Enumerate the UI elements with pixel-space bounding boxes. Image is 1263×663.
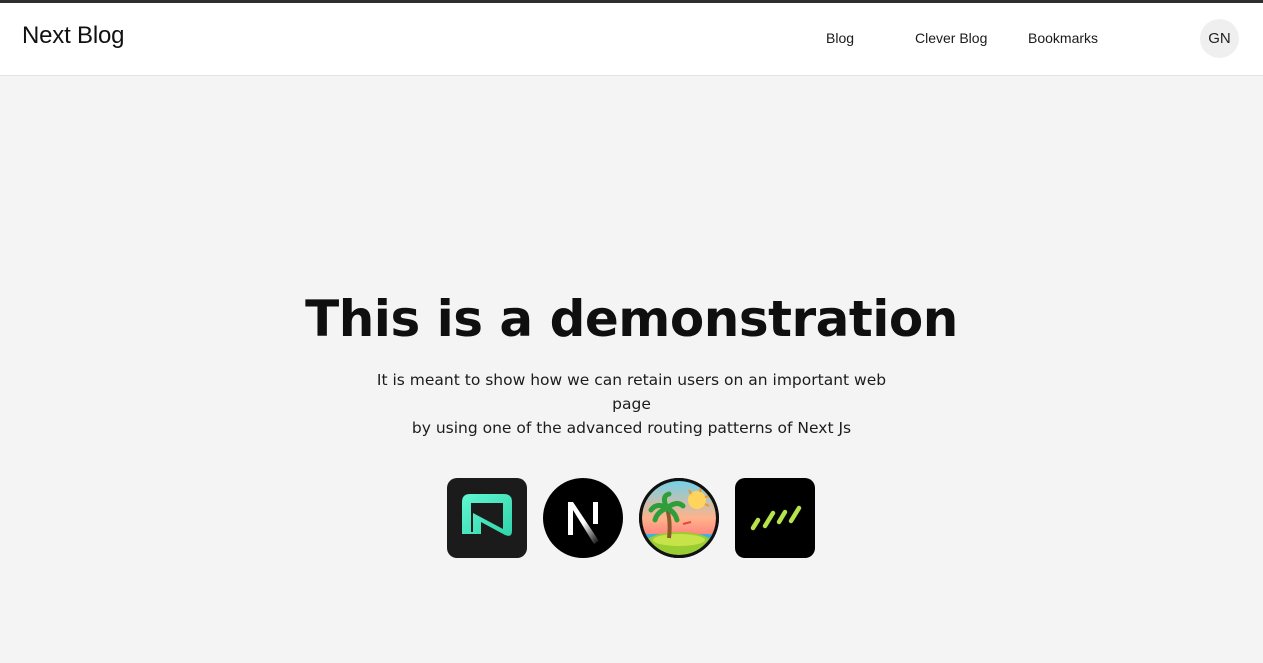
nav-link-clever-blog[interactable]: Clever Blog xyxy=(915,30,987,46)
nav-link-bookmarks[interactable]: Bookmarks xyxy=(1028,30,1098,46)
hero-section: This is a demonstration It is meant to s… xyxy=(0,290,1263,440)
neon-logo-icon[interactable] xyxy=(447,478,527,558)
nextjs-logo-icon[interactable] xyxy=(543,478,623,558)
hero-description-line-2: by using one of the advanced routing pat… xyxy=(411,419,852,437)
island-sun-logo-icon[interactable] xyxy=(639,478,719,558)
green-slashes-logo-icon[interactable] xyxy=(735,478,815,558)
site-header: Next Blog Blog Clever Blog Bookmarks GN xyxy=(0,3,1263,76)
logo-row xyxy=(447,478,815,558)
brand-logo-link[interactable]: Next Blog xyxy=(22,22,124,50)
hero-description: It is meant to show how we can retain us… xyxy=(362,368,902,440)
nav-link-blog[interactable]: Blog xyxy=(826,30,854,46)
hero-title: This is a demonstration xyxy=(305,290,958,348)
user-avatar[interactable]: GN xyxy=(1200,19,1239,58)
hero-description-line-1: It is meant to show how we can retain us… xyxy=(376,371,887,413)
